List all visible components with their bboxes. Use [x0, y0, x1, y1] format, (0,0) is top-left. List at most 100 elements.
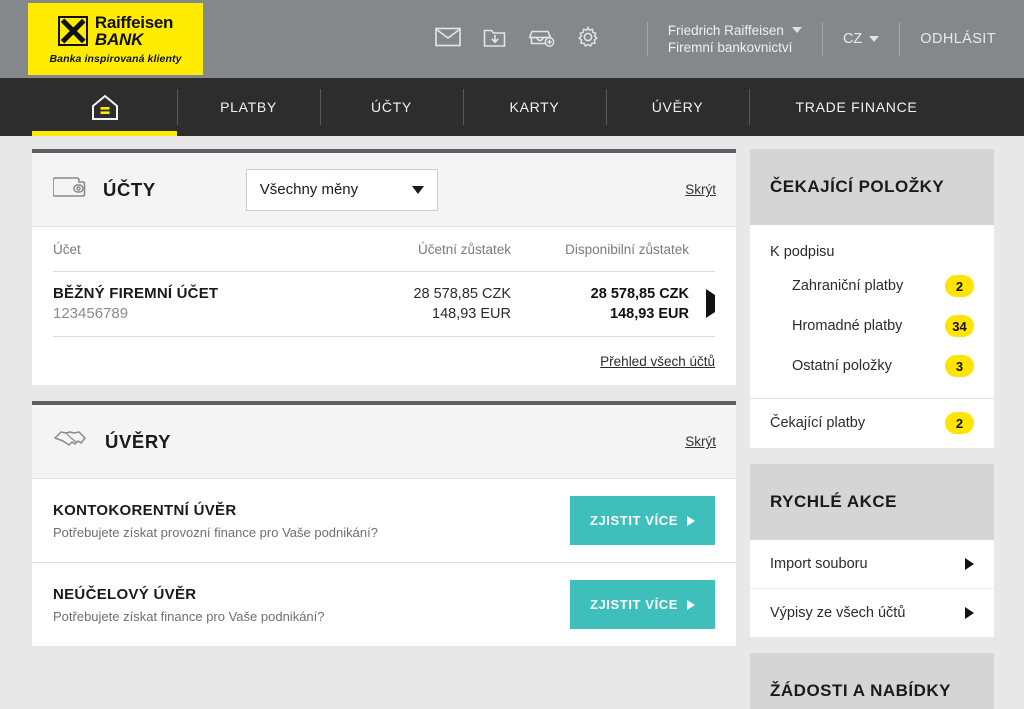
status-badge: 34	[945, 315, 974, 337]
logo-line-1: Raiffeisen	[94, 12, 174, 32]
learn-more-button[interactable]: ZJISTIT VÍCE	[570, 496, 715, 545]
quick-actions-title: RYCHLÉ AKCE	[750, 464, 994, 540]
pending-footer-label: Čekající platby	[770, 415, 866, 431]
status-badge: 3	[945, 355, 974, 377]
quick-actions-panel: RYCHLÉ AKCE Import souboru Výpisy ze vše…	[750, 464, 994, 637]
pending-item-label: Hromadné platby	[792, 318, 903, 334]
wallet-icon	[52, 173, 87, 206]
pending-items-title: ČEKAJÍCÍ POLOŽKY	[750, 149, 994, 225]
logo-row: Raiffeisen BANK	[57, 12, 174, 48]
user-menu[interactable]: Friedrich Raiffeisen Firemní bankovnictv…	[668, 22, 802, 57]
language-selector[interactable]: CZ	[842, 31, 880, 47]
pending-item-label: Zahraniční platby	[792, 278, 904, 294]
offers-panel: ŽÁDOSTI A NABÍDKY	[750, 653, 994, 709]
pending-signature-group: K podpisu Zahraniční platby 2 Hromadné p…	[750, 225, 994, 398]
top-header: Raiffeisen BANK Banka inspirovaná klient…	[0, 0, 1024, 78]
chevron-down-icon	[791, 27, 802, 34]
pending-item-bulk-payments[interactable]: Hromadné platby 34	[770, 306, 974, 346]
chevron-right-icon	[687, 599, 696, 610]
loans-card-header: ÚVĚRY Skrýt	[32, 405, 736, 479]
currency-filter-value: Všechny měny	[259, 181, 359, 198]
handshake-icon	[53, 426, 89, 457]
status-badge: 2	[945, 275, 974, 297]
row-detail-arrow-cell	[689, 288, 715, 318]
header-divider-2	[821, 22, 823, 56]
home-icon	[91, 94, 118, 120]
accounts-card-title: ÚČTY	[103, 178, 156, 200]
loans-card-title: ÚVĚRY	[105, 430, 172, 452]
accounts-table: Účet Účetní zůstatek Disponibilní zůstat…	[32, 227, 736, 385]
pending-group-label: K podpisu	[770, 244, 835, 260]
column-header-available: Disponibilní zůstatek	[565, 241, 689, 257]
pending-item-other[interactable]: Ostatní položky 3	[770, 346, 974, 386]
nav-item-karty[interactable]: KARTY	[463, 78, 606, 136]
loan-subtitle: Potřebujete získat provozní finance pro …	[53, 524, 378, 540]
account-number: 123456789	[53, 305, 129, 322]
loan-text-group: NEÚČELOVÝ ÚVĚR Potřebujete získat financ…	[53, 586, 325, 624]
offers-title: ŽÁDOSTI A NABÍDKY	[750, 653, 994, 709]
logout-button[interactable]: ODHLÁSIT	[920, 31, 996, 47]
bank-logo[interactable]: Raiffeisen BANK Banka inspirovaná klient…	[28, 3, 203, 75]
accounts-hide-link[interactable]: Skrýt	[685, 182, 716, 197]
quick-actions-body: Import souboru Výpisy ze všech účtů	[750, 540, 994, 637]
user-segment: Firemní bankovnictví	[667, 40, 793, 55]
pending-item-waiting-payments[interactable]: Čekající platby 2	[750, 398, 994, 448]
gear-icon[interactable]	[577, 25, 599, 53]
account-identity: BĚŽNÝ FIREMNÍ ÚČET 123456789	[53, 285, 351, 322]
available-eur: 148,93 EUR	[610, 305, 689, 322]
column-header-account: Účet	[53, 241, 81, 257]
quick-action-label: Import souboru	[770, 556, 868, 572]
loans-hide-link[interactable]: Skrýt	[685, 434, 716, 449]
nav-item-trade-finance[interactable]: TRADE FINANCE	[749, 78, 964, 136]
loans-card: ÚVĚRY Skrýt KONTOKORENTNÍ ÚVĚR Potřebuje…	[32, 401, 736, 646]
loan-subtitle: Potřebujete získat finance pro Vaše podn…	[53, 608, 325, 624]
chevron-right-icon[interactable]	[706, 288, 715, 318]
accounts-card: ÚČTY Všechny měny Skrýt Účet Účetní zůst…	[32, 149, 736, 385]
loan-text-group: KONTOKORENTNÍ ÚVĚR Potřebujete získat pr…	[53, 502, 378, 540]
logo-tagline: Banka inspirovaná klienty	[49, 52, 182, 65]
learn-more-label: ZJISTIT VÍCE	[589, 597, 679, 612]
nav-item-ucty[interactable]: ÚČTY	[320, 78, 463, 136]
pending-items-panel: ČEKAJÍCÍ POLOŽKY K podpisu Zahraniční pl…	[750, 149, 994, 448]
loan-title: KONTOKORENTNÍ ÚVĚR	[53, 501, 237, 519]
main-column: ÚČTY Všechny měny Skrýt Účet Účetní zůst…	[32, 149, 736, 709]
chevron-right-icon	[965, 558, 974, 570]
chevron-right-icon	[965, 607, 974, 619]
column-header-balance: Účetní zůstatek	[417, 241, 511, 257]
user-name: Friedrich Raiffeisen	[667, 22, 784, 38]
mail-icon[interactable]	[435, 27, 461, 52]
account-balance-cell: 28 578,85 CZK 148,93 EUR	[351, 286, 511, 322]
balance-eur: 148,93 EUR	[432, 305, 511, 322]
inbox-add-icon[interactable]	[528, 26, 555, 53]
chevron-right-icon	[687, 515, 696, 526]
currency-filter-select[interactable]: Všechny měny	[245, 168, 438, 211]
folder-download-icon[interactable]	[483, 26, 507, 53]
pending-items-body: K podpisu Zahraniční platby 2 Hromadné p…	[750, 225, 994, 448]
account-available-cell: 28 578,85 CZK 148,93 EUR	[511, 286, 689, 322]
header-divider-1	[646, 22, 648, 56]
loan-title: NEÚČELOVÝ ÚVĚR	[53, 585, 197, 603]
user-name-row: Friedrich Raiffeisen	[668, 22, 802, 39]
chevron-down-icon	[869, 36, 880, 42]
nav-item-uvery[interactable]: ÚVĚRY	[606, 78, 749, 136]
accounts-card-footer: Přehled všech účtů	[53, 337, 715, 385]
learn-more-button[interactable]: ZJISTIT VÍCE	[570, 580, 715, 629]
logo-wordmark: Raiffeisen BANK	[94, 12, 174, 48]
status-badge: 2	[945, 412, 974, 434]
all-accounts-link[interactable]: Přehled všech účtů	[600, 354, 715, 369]
quick-action-statements[interactable]: Výpisy ze všech účtů	[750, 588, 994, 637]
header-right-group: Friedrich Raiffeisen Firemní bankovnictv…	[435, 0, 996, 78]
quick-action-import-file[interactable]: Import souboru	[750, 540, 994, 588]
header-divider-3	[899, 22, 901, 56]
accounts-table-header: Účet Účetní zůstatek Disponibilní zůstat…	[53, 227, 715, 271]
list-item: NEÚČELOVÝ ÚVĚR Potřebujete získat financ…	[32, 562, 736, 646]
table-row[interactable]: BĚŽNÝ FIREMNÍ ÚČET 123456789 28 578,85 C…	[53, 271, 715, 337]
pending-item-foreign-payments[interactable]: Zahraniční platby 2	[770, 266, 974, 306]
nav-item-home[interactable]	[32, 78, 177, 136]
language-label: CZ	[842, 31, 863, 47]
nav-item-platby[interactable]: PLATBY	[177, 78, 320, 136]
available-czk: 28 578,85 CZK	[590, 285, 689, 302]
raiffeisen-gable-cross-icon	[57, 15, 88, 46]
page-body: ÚČTY Všechny měny Skrýt Účet Účetní zůst…	[0, 136, 1024, 709]
pending-item-label: Ostatní položky	[792, 358, 892, 374]
